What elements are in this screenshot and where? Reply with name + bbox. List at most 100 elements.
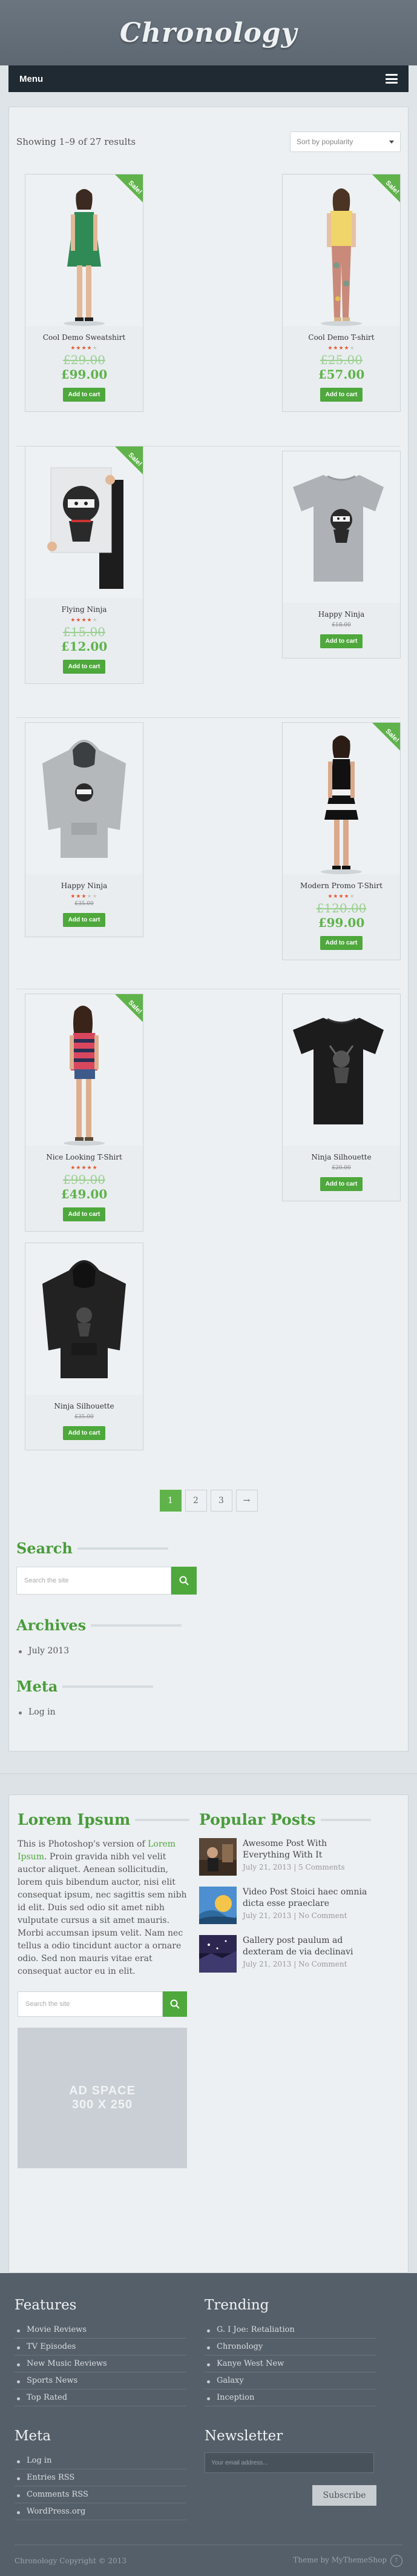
popular-posts-title: Popular Posts	[199, 1811, 371, 1828]
add-to-cart-button[interactable]: Add to cart	[320, 388, 363, 402]
footer-link[interactable]: Top Rated	[15, 2389, 186, 2406]
archive-link[interactable]: July 2013	[16, 1644, 401, 1658]
product-card[interactable]: Sale! Nice Looking T-Shirt ★★★★★ £99.00 …	[25, 994, 143, 1232]
product-image[interactable]	[283, 994, 400, 1146]
price: £49.00	[61, 1187, 108, 1201]
product-card[interactable]: Happy Ninja ★★★★★ £35.00 Add to cart	[25, 722, 143, 937]
add-to-cart-button[interactable]: Add to cart	[320, 936, 363, 950]
footer-features-title: Features	[15, 2297, 77, 2313]
product-title[interactable]: Modern Promo T-Shirt	[283, 881, 400, 890]
page-1[interactable]: 1	[159, 1490, 182, 1512]
footer-link[interactable]: G. I Joe: Retaliation	[205, 2322, 376, 2339]
rating-stars: ★★★★★	[70, 1165, 98, 1171]
price: £20.00	[332, 1165, 351, 1171]
popular-post[interactable]: Awesome Post With Everything With It Jul…	[199, 1838, 371, 1876]
newsletter-email-input[interactable]: Your email address...	[205, 2452, 374, 2473]
product-image[interactable]	[283, 451, 400, 603]
bottom-search-input[interactable]: Search the site	[18, 1991, 163, 2017]
product-title[interactable]: Nice Looking T-Shirt	[25, 1153, 143, 1161]
product-title[interactable]: Ninja Silhouette	[283, 1153, 400, 1161]
product-card[interactable]: Sale! Flying Ninja ★★★★★ £15.00 £12.00 A…	[25, 446, 143, 684]
add-to-cart-button[interactable]: Add to cart	[62, 660, 106, 674]
footer-link[interactable]: WordPress.org	[15, 2503, 186, 2520]
add-to-cart-button[interactable]: Add to cart	[320, 634, 363, 648]
footer-link[interactable]: Galaxy	[205, 2372, 376, 2389]
bottom-search-button[interactable]	[163, 1991, 187, 2017]
add-to-cart-button[interactable]: Add to cart	[62, 1426, 106, 1440]
product-title[interactable]: Flying Ninja	[25, 605, 143, 614]
post-thumbnail[interactable]	[199, 1838, 237, 1876]
search-button[interactable]	[171, 1567, 197, 1595]
lorem-title: Lorem Ipsum	[18, 1811, 189, 1828]
product-card[interactable]: Sale! Cool Demo T-shirt ★★★★★ £25.00 £57…	[282, 174, 401, 412]
footer-link[interactable]: Movie Reviews	[15, 2322, 186, 2339]
ad-space[interactable]: AD SPACE 300 X 250	[18, 2028, 187, 2168]
old-price: £15.00	[63, 625, 105, 639]
next-page-arrow-icon[interactable]: →	[235, 1490, 258, 1512]
add-to-cart-button[interactable]: Add to cart	[62, 388, 106, 402]
product-image[interactable]	[25, 1243, 143, 1395]
rating-stars: ★★★★★	[327, 894, 355, 900]
popular-post[interactable]: Gallery post paulum ad dexteram de via d…	[199, 1935, 371, 1973]
old-price: £29.00	[63, 353, 105, 367]
footer-link[interactable]: Chronology	[205, 2339, 376, 2355]
post-thumbnail[interactable]	[199, 1935, 237, 1973]
search-icon	[179, 1576, 189, 1585]
footer-link[interactable]: Entries RSS	[15, 2469, 186, 2486]
trending-list: G. I Joe: Retaliation Chronology Kanye W…	[205, 2322, 376, 2406]
product-title[interactable]: Ninja Silhouette	[25, 1402, 143, 1410]
orderby-select[interactable]: Sort by popularity	[290, 131, 401, 152]
footer-link[interactable]: TV Episodes	[15, 2339, 186, 2355]
copyright-text: Chronology Copyright © 2013	[15, 2556, 127, 2565]
footer-link[interactable]: New Music Reviews	[15, 2355, 186, 2372]
add-to-cart-button[interactable]: Add to cart	[320, 1177, 363, 1191]
post-meta: July 21, 2013 | 5 Comments	[243, 1863, 345, 1871]
footer-link[interactable]: Inception	[205, 2389, 376, 2406]
product-title[interactable]: Cool Demo T-shirt	[283, 333, 400, 342]
product-card[interactable]: Happy Ninja £18.00 Add to cart	[282, 451, 401, 659]
old-price: £120.00	[316, 901, 367, 915]
back-to-top-icon[interactable]: ↑	[390, 2554, 402, 2567]
page-2[interactable]: 2	[185, 1490, 207, 1512]
grey-ninja-tshirt-image	[293, 475, 384, 582]
popular-post[interactable]: Video Post Stoici haec omnia dicta esse …	[199, 1887, 371, 1924]
product-card[interactable]: Ninja Silhouette £35.00 Add to cart	[25, 1243, 143, 1450]
site-title[interactable]: Chronology	[120, 18, 297, 48]
post-thumbnail[interactable]	[199, 1887, 237, 1924]
product-image[interactable]	[25, 723, 143, 874]
product-image[interactable]: Sale!	[283, 723, 400, 874]
product-image[interactable]: Sale!	[25, 446, 143, 598]
rating-stars: ★★★★★	[70, 617, 98, 623]
page-3[interactable]: 3	[210, 1490, 232, 1512]
add-to-cart-button[interactable]: Add to cart	[62, 1207, 106, 1221]
post-title[interactable]: Video Post Stoici haec omnia dicta esse …	[243, 1887, 371, 1910]
product-image[interactable]: Sale!	[25, 994, 143, 1146]
product-image[interactable]: Sale!	[283, 174, 400, 326]
footer-link[interactable]: Kanye West New	[205, 2355, 376, 2372]
product-title[interactable]: Happy Ninja	[25, 881, 143, 890]
chevron-down-icon	[389, 140, 394, 144]
theme-credit[interactable]: Theme by MyThemeShop	[293, 2555, 387, 2564]
product-title[interactable]: Cool Demo Sweatshirt	[25, 333, 143, 342]
footer-link[interactable]: Sports News	[15, 2372, 186, 2389]
price: £18.00	[332, 622, 351, 628]
subscribe-button[interactable]: Subscribe	[312, 2485, 376, 2506]
add-to-cart-button[interactable]: Add to cart	[62, 913, 106, 927]
post-title[interactable]: Awesome Post With Everything With It	[243, 1838, 371, 1861]
menu-label[interactable]: Menu	[19, 74, 43, 84]
archives-list: July 2013	[16, 1644, 401, 1658]
product-card[interactable]: Sale! Modern Promo T-Shirt ★★★★★ £120.00…	[282, 722, 401, 960]
product-title[interactable]: Happy Ninja	[283, 610, 400, 619]
site-footer: Features Movie Reviews TV Episodes New M…	[0, 2273, 417, 2576]
rating-stars: ★★★★★	[70, 345, 98, 351]
footer-link[interactable]: Comments RSS	[15, 2486, 186, 2503]
search-icon	[170, 1999, 180, 2009]
search-input[interactable]: Search the site	[16, 1567, 171, 1595]
login-link[interactable]: Log in	[16, 1705, 401, 1719]
footer-link[interactable]: Log in	[15, 2452, 186, 2469]
product-card[interactable]: Sale! Cool Demo Sweatshirt ★★★★★ £29.00 …	[25, 174, 143, 412]
product-image[interactable]: Sale!	[25, 174, 143, 326]
hamburger-icon[interactable]	[386, 74, 398, 84]
product-card[interactable]: Ninja Silhouette £20.00 Add to cart	[282, 994, 401, 1201]
post-title[interactable]: Gallery post paulum ad dexteram de via d…	[243, 1935, 371, 1958]
